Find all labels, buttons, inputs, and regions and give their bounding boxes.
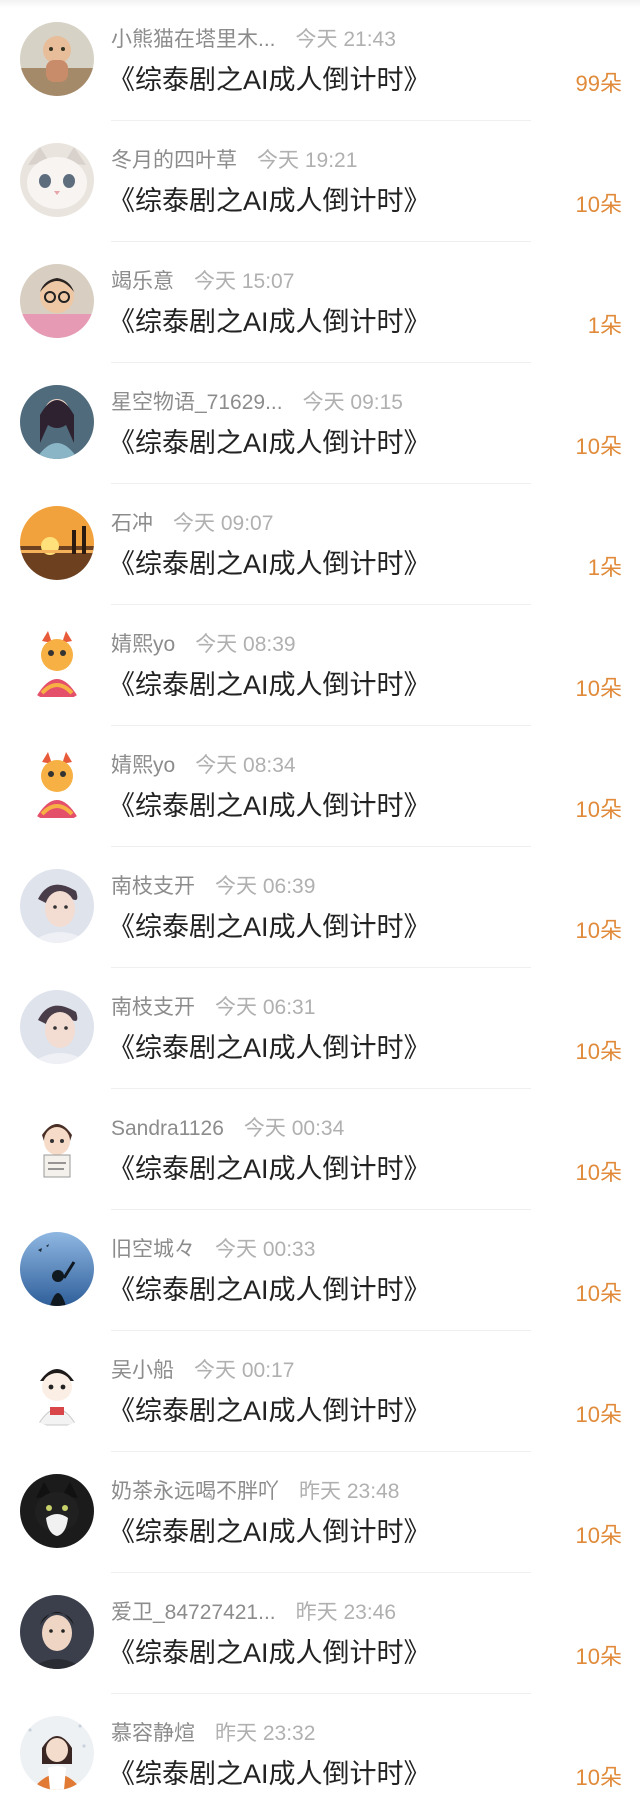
list-item[interactable]: 婧熙yo 今天 08:39 《综泰剧之AI成人倒计时》 10朵: [0, 605, 640, 726]
avatar-cartoon-dragon-icon[interactable]: [20, 627, 94, 701]
timestamp: 今天 15:07: [194, 270, 295, 293]
username[interactable]: 吴小船: [111, 1359, 174, 1382]
timestamp: 今天 21:43: [295, 28, 396, 51]
username[interactable]: 石冲: [111, 512, 153, 535]
list-item[interactable]: 竭乐意 今天 15:07 《综泰剧之AI成人倒计时》 1朵: [0, 242, 640, 363]
avatar-portrait-man-icon[interactable]: [20, 869, 94, 943]
avatar-blue-sky-silhouette-icon[interactable]: [20, 1232, 94, 1306]
flower-amount: 10朵: [575, 1765, 622, 1790]
work-title[interactable]: 《综泰剧之AI成人倒计时》: [108, 426, 431, 460]
username[interactable]: 奶茶永远喝不胖吖: [111, 1480, 279, 1503]
timestamp: 今天 00:33: [215, 1238, 316, 1261]
work-title[interactable]: 《综泰剧之AI成人倒计时》: [108, 789, 431, 823]
work-title[interactable]: 《综泰剧之AI成人倒计时》: [108, 63, 431, 97]
timestamp: 昨天 23:46: [295, 1601, 397, 1624]
avatar-child-with-glasses-icon[interactable]: [20, 264, 94, 338]
avatar-winter-girl-icon[interactable]: [20, 1716, 94, 1790]
timestamp: 今天 09:15: [302, 391, 403, 414]
username[interactable]: 旧空城々: [111, 1238, 195, 1261]
flower-amount: 10朵: [575, 1160, 622, 1185]
list-item[interactable]: 旧空城々 今天 00:33 《综泰剧之AI成人倒计时》 10朵: [0, 1210, 640, 1331]
flower-amount: 99朵: [575, 71, 622, 96]
timestamp: 昨天 23:32: [215, 1722, 316, 1745]
work-title[interactable]: 《综泰剧之AI成人倒计时》: [108, 1757, 431, 1791]
avatar-cartoon-dragon-icon[interactable]: [20, 748, 94, 822]
username[interactable]: 南枝支开: [111, 875, 195, 898]
work-title[interactable]: 《综泰剧之AI成人倒计时》: [108, 1273, 431, 1307]
username[interactable]: 慕容静煊: [111, 1722, 195, 1745]
work-title[interactable]: 《综泰剧之AI成人倒计时》: [108, 910, 431, 944]
timestamp: 今天 08:39: [195, 633, 296, 656]
work-title[interactable]: 《综泰剧之AI成人倒计时》: [108, 1031, 431, 1065]
list-item[interactable]: 爱卫_84727421... 昨天 23:46 《综泰剧之AI成人倒计时》 10朵: [0, 1573, 640, 1694]
work-title[interactable]: 《综泰剧之AI成人倒计时》: [108, 668, 431, 702]
avatar-portrait-man-icon[interactable]: [20, 990, 94, 1064]
list-item[interactable]: 石冲 今天 09:07 《综泰剧之AI成人倒计时》 1朵: [0, 484, 640, 605]
timestamp: 今天 19:21: [257, 149, 358, 172]
work-title[interactable]: 《综泰剧之AI成人倒计时》: [108, 1152, 431, 1186]
username[interactable]: 南枝支开: [111, 996, 195, 1019]
flower-amount: 10朵: [575, 1523, 622, 1548]
avatar-sunset-sea-icon[interactable]: [20, 506, 94, 580]
username[interactable]: 婧熙yo: [111, 754, 175, 777]
timestamp: 今天 06:39: [215, 875, 316, 898]
list-item[interactable]: 奶茶永远喝不胖吖 昨天 23:48 《综泰剧之AI成人倒计时》 10朵: [0, 1452, 640, 1573]
username[interactable]: 冬月的四叶草: [111, 149, 237, 172]
username[interactable]: 小熊猫在塔里木...: [111, 28, 276, 51]
flower-amount: 10朵: [575, 918, 622, 943]
avatar-cartoon-boy-sign-icon[interactable]: [20, 1111, 94, 1185]
timestamp: 今天 00:17: [194, 1359, 295, 1382]
flower-amount: 10朵: [575, 192, 622, 217]
list-item[interactable]: 吴小船 今天 00:17 《综泰剧之AI成人倒计时》 10朵: [0, 1331, 640, 1452]
timestamp: 今天 06:31: [215, 996, 316, 1019]
list-item[interactable]: 冬月的四叶草 今天 19:21 《综泰剧之AI成人倒计时》 10朵: [0, 121, 640, 242]
flower-amount: 10朵: [575, 434, 622, 459]
avatar-portrait-young-man-icon[interactable]: [20, 1595, 94, 1669]
flower-amount: 1朵: [587, 313, 622, 338]
work-title[interactable]: 《综泰剧之AI成人倒计时》: [108, 1515, 431, 1549]
list-item[interactable]: 婧熙yo 今天 08:34 《综泰剧之AI成人倒计时》 10朵: [0, 726, 640, 847]
work-title[interactable]: 《综泰剧之AI成人倒计时》: [108, 305, 431, 339]
username[interactable]: 竭乐意: [111, 270, 174, 293]
timestamp: 今天 09:07: [173, 512, 274, 535]
work-title[interactable]: 《综泰剧之AI成人倒计时》: [108, 184, 431, 218]
username[interactable]: 爱卫_84727421...: [111, 1601, 276, 1624]
flower-amount: 10朵: [575, 676, 622, 701]
flower-amount: 1朵: [587, 555, 622, 580]
flower-amount: 10朵: [575, 797, 622, 822]
avatar-white-cat-icon[interactable]: [20, 143, 94, 217]
username[interactable]: 星空物语_71629...: [111, 391, 283, 414]
avatar-toddler-photo-icon[interactable]: [20, 22, 94, 96]
list-item[interactable]: 南枝支开 今天 06:39 《综泰剧之AI成人倒计时》 10朵: [0, 847, 640, 968]
flower-amount: 10朵: [575, 1039, 622, 1064]
list-item[interactable]: 南枝支开 今天 06:31 《综泰剧之AI成人倒计时》 10朵: [0, 968, 640, 1089]
list-item[interactable]: 慕容静煊 昨天 23:32 《综泰剧之AI成人倒计时》 10朵: [0, 1694, 640, 1815]
work-title[interactable]: 《综泰剧之AI成人倒计时》: [108, 1636, 431, 1670]
flower-amount: 10朵: [575, 1644, 622, 1669]
work-title[interactable]: 《综泰剧之AI成人倒计时》: [108, 1394, 431, 1428]
avatar-black-white-cat-icon[interactable]: [20, 1474, 94, 1548]
list-item[interactable]: Sandra1126 今天 00:34 《综泰剧之AI成人倒计时》 10朵: [0, 1089, 640, 1210]
flower-amount: 10朵: [575, 1402, 622, 1427]
timestamp: 昨天 23:48: [299, 1480, 400, 1503]
avatar-cartoon-character-icon[interactable]: [20, 1353, 94, 1427]
timestamp: 今天 08:34: [195, 754, 296, 777]
work-title[interactable]: 《综泰剧之AI成人倒计时》: [108, 547, 431, 581]
list-item[interactable]: 小熊猫在塔里木... 今天 21:43 《综泰剧之AI成人倒计时》 99朵: [0, 0, 640, 121]
avatar-anime-girl-icon[interactable]: [20, 385, 94, 459]
timestamp: 今天 00:34: [243, 1117, 345, 1140]
username[interactable]: 婧熙yo: [111, 633, 175, 656]
username[interactable]: Sandra1126: [111, 1117, 224, 1140]
list-item[interactable]: 星空物语_71629... 今天 09:15 《综泰剧之AI成人倒计时》 10朵: [0, 363, 640, 484]
flower-amount: 10朵: [575, 1281, 622, 1306]
